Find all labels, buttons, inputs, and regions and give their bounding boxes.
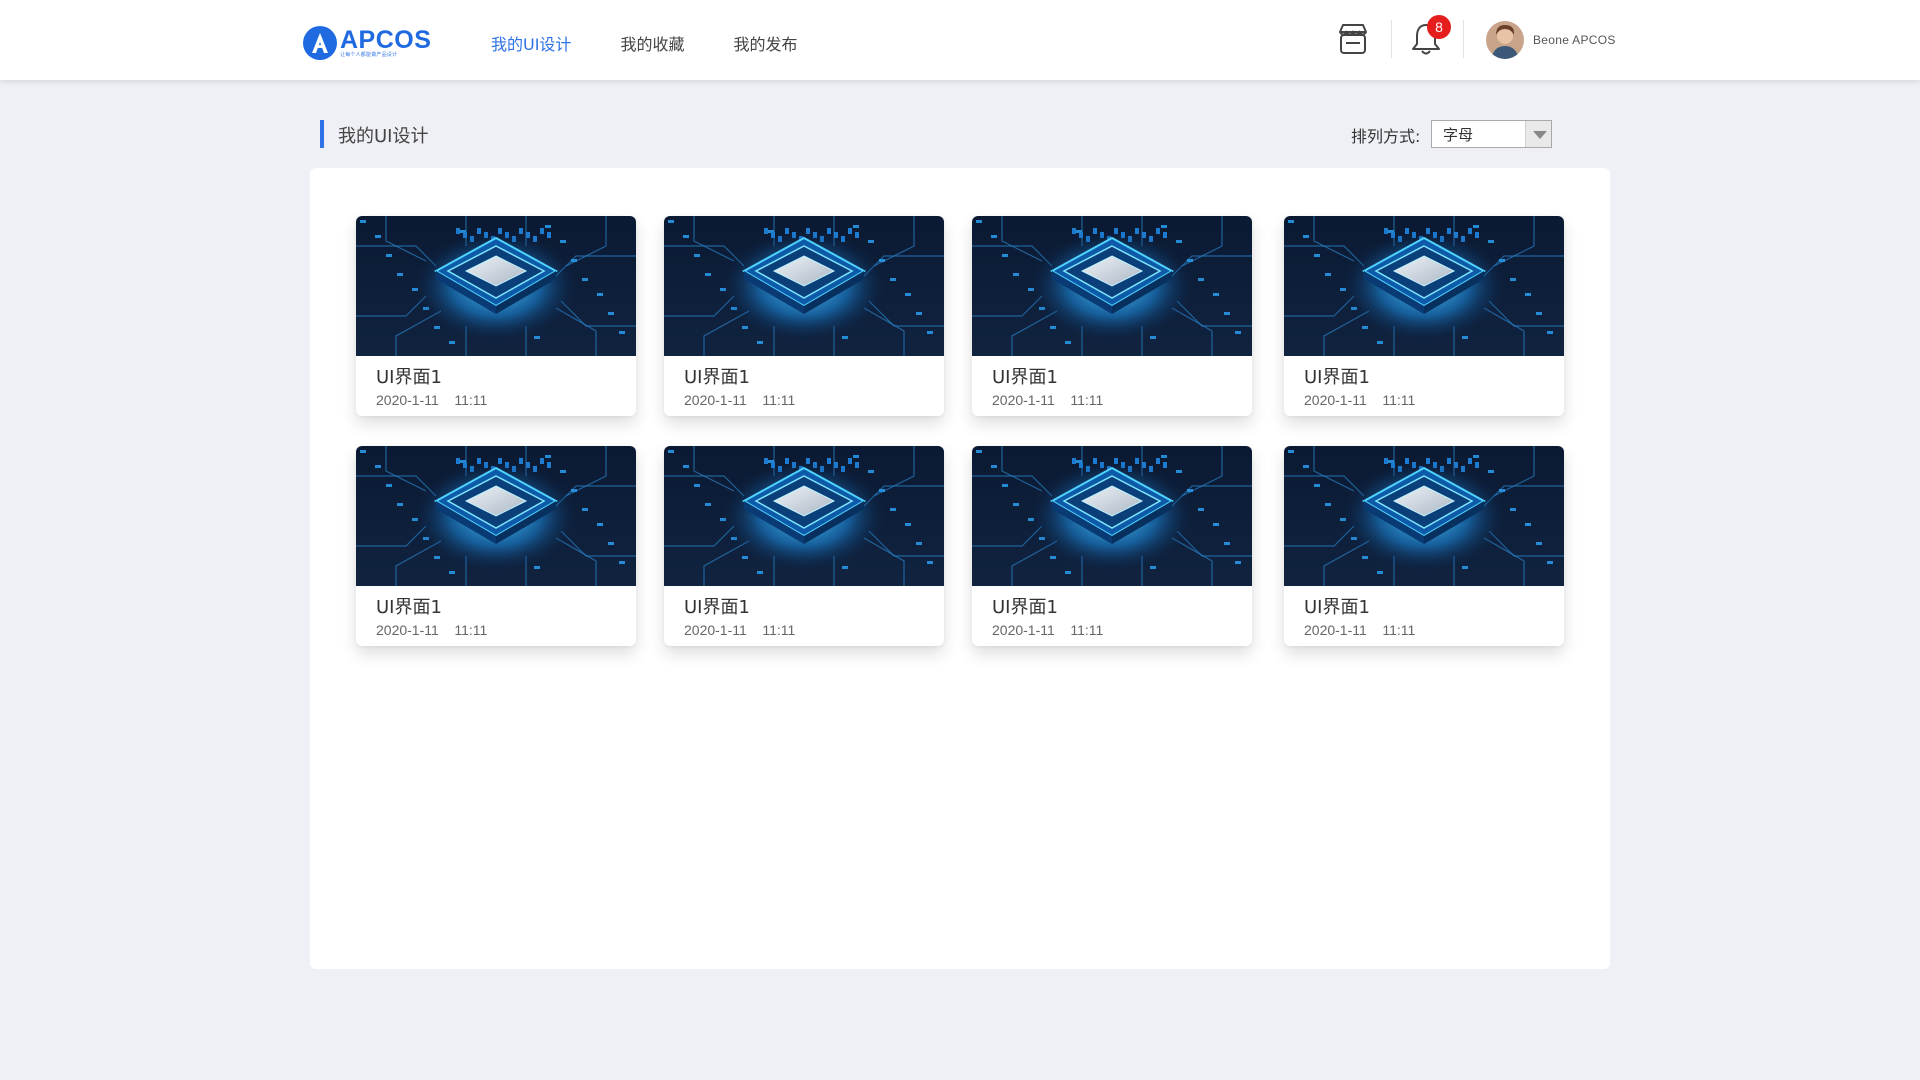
store-icon[interactable] [1334,20,1372,58]
header-divider [1391,20,1392,58]
card-date: 2020-1-11 11:11 [1304,622,1416,638]
nav-my-ui-design[interactable]: 我的UI设计 [491,0,571,80]
chevron-down-icon [1533,131,1547,139]
nav-my-publish[interactable]: 我的发布 [733,0,797,80]
design-card[interactable]: UI界面1 2020-1-11 11:11 [356,446,636,646]
design-card[interactable]: UI界面1 2020-1-11 11:11 [356,216,636,416]
chip-circuit-image [1284,446,1564,586]
card-date: 2020-1-11 11:11 [376,392,488,408]
design-card[interactable]: UI界面1 2020-1-11 11:11 [1284,216,1564,416]
card-date: 2020-1-11 11:11 [684,392,796,408]
notification-badge: 8 [1427,15,1451,39]
sort-select[interactable]: 字母 [1431,120,1552,148]
card-title: UI界面1 [1304,597,1370,618]
dropdown-button[interactable] [1525,121,1551,147]
card-date: 2020-1-11 11:11 [1304,392,1416,408]
title-accent-bar [320,120,324,148]
logo-icon [303,26,337,60]
header-divider [1463,20,1464,58]
card-title: UI界面1 [684,597,750,618]
chip-circuit-image [356,446,636,586]
card-date: 2020-1-11 11:11 [992,392,1104,408]
brand-name: APCOS [340,25,432,54]
card-date: 2020-1-11 11:11 [684,622,796,638]
page-title: 我的UI设计 [338,126,429,147]
chip-circuit-image [972,216,1252,356]
sort-value: 字母 [1443,126,1474,144]
brand-logo[interactable]: APCOS 让每个人都能做产品设计 [303,26,431,60]
sort-label: 排列方式: [1351,127,1421,146]
avatar-image [1486,21,1524,59]
top-header: APCOS 让每个人都能做产品设计 我的UI设计 我的收藏 我的发布 8 Beo… [0,0,1920,80]
avatar[interactable] [1486,21,1524,59]
design-card[interactable]: UI界面1 2020-1-11 11:11 [1284,446,1564,646]
chip-circuit-image [1284,216,1564,356]
main-nav: 我的UI设计 我的收藏 我的发布 [491,0,846,80]
chip-circuit-image [972,446,1252,586]
user-name[interactable]: Beone APCOS [1533,33,1616,47]
design-card[interactable]: UI界面1 2020-1-11 11:11 [972,216,1252,416]
design-card[interactable]: UI界面1 2020-1-11 11:11 [664,216,944,416]
content-panel: UI界面1 2020-1-11 11:11 UI界面1 2020-1-11 11:11… [310,168,1610,969]
chip-circuit-image [664,446,944,586]
chip-circuit-image [356,216,636,356]
card-title: UI界面1 [376,367,442,388]
brand-tagline: 让每个人都能做产品设计 [340,51,398,58]
card-title: UI界面1 [1304,367,1370,388]
card-date: 2020-1-11 11:11 [376,622,488,638]
card-title: UI界面1 [376,597,442,618]
chip-circuit-image [664,216,944,356]
design-card[interactable]: UI界面1 2020-1-11 11:11 [664,446,944,646]
card-date: 2020-1-11 11:11 [992,622,1104,638]
design-grid: UI界面1 2020-1-11 11:11 UI界面1 2020-1-11 11:11… [310,168,1610,969]
card-title: UI界面1 [992,597,1058,618]
design-card[interactable]: UI界面1 2020-1-11 11:11 [972,446,1252,646]
nav-my-favorites[interactable]: 我的收藏 [620,0,684,80]
card-title: UI界面1 [684,367,750,388]
card-title: UI界面1 [992,367,1058,388]
